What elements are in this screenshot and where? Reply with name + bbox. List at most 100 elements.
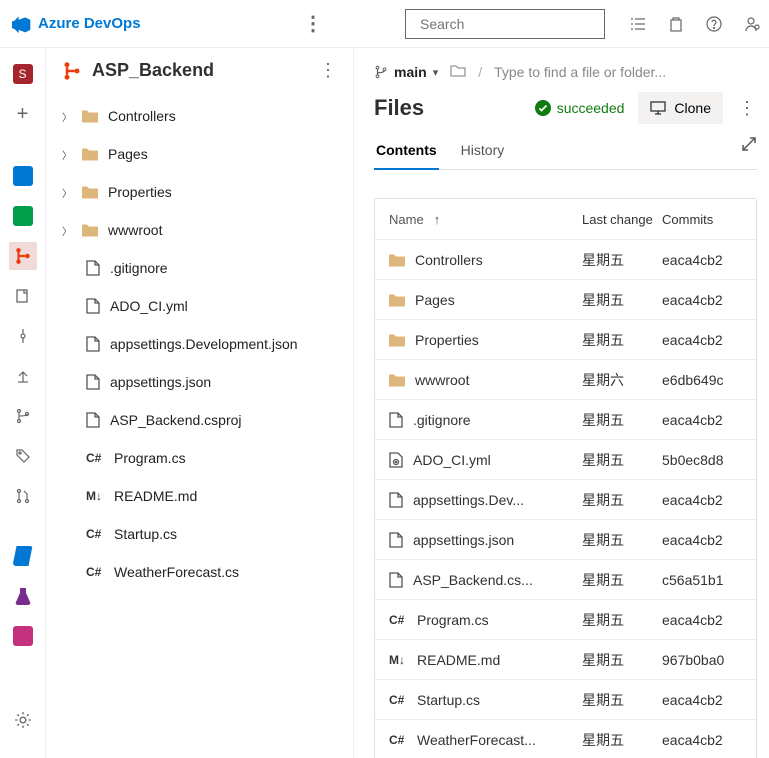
col-change[interactable]: Last change <box>582 212 662 227</box>
tree-label: Properties <box>108 184 172 200</box>
search-input-wrapper[interactable] <box>405 9 605 39</box>
search-input[interactable] <box>420 16 601 32</box>
folder-path-icon[interactable] <box>450 64 466 80</box>
path-separator: / <box>478 64 482 80</box>
table-header[interactable]: Name Last change Commits <box>375 199 756 239</box>
row-commit[interactable]: eaca4cb2 <box>662 492 742 508</box>
table-row[interactable]: C#WeatherForecast...星期五eaca4cb2 <box>375 719 756 758</box>
col-name[interactable]: Name <box>389 212 582 227</box>
rail-sub-files[interactable] <box>9 282 37 310</box>
tree-label: Pages <box>108 146 148 162</box>
clone-button[interactable]: Clone <box>638 92 723 124</box>
table-row[interactable]: .gitignore星期五eaca4cb2 <box>375 399 756 439</box>
rail-sub-pushes[interactable] <box>9 362 37 390</box>
monitor-icon <box>650 101 666 115</box>
row-commit[interactable]: eaca4cb2 <box>662 612 742 628</box>
row-commit[interactable]: eaca4cb2 <box>662 332 742 348</box>
row-name: Pages <box>415 292 455 308</box>
project-more-button[interactable]: ⋮ <box>319 60 337 81</box>
cs-icon: C# <box>389 693 407 707</box>
tree-item[interactable]: .gitignore <box>46 249 353 287</box>
tree-item[interactable]: C#Startup.cs <box>46 515 353 553</box>
tree-item[interactable]: 〉wwwroot <box>46 211 353 249</box>
rail-sub-pr[interactable] <box>9 482 37 510</box>
table-row[interactable]: appsettings.json星期五eaca4cb2 <box>375 519 756 559</box>
rail-repos[interactable] <box>9 242 37 270</box>
cs-icon: C# <box>86 451 104 465</box>
row-name: ADO_CI.yml <box>413 452 491 468</box>
rail-sub-tags[interactable] <box>9 442 37 470</box>
tree-item[interactable]: ADO_CI.yml <box>46 287 353 325</box>
path-filter-input[interactable]: Type to find a file or folder... <box>494 64 757 80</box>
rail-settings[interactable] <box>9 706 37 734</box>
table-row[interactable]: Properties星期五eaca4cb2 <box>375 319 756 359</box>
success-icon <box>535 100 551 116</box>
tree-item[interactable]: 〉 Properties <box>46 173 353 211</box>
row-change: 星期五 <box>582 450 662 470</box>
table-row[interactable]: Controllers星期五eaca4cb2 <box>375 239 756 279</box>
row-commit[interactable]: e6db649c <box>662 372 742 388</box>
expand-icon[interactable] <box>741 136 757 169</box>
row-change: 星期五 <box>582 290 662 310</box>
brand[interactable]: Azure DevOps <box>12 14 141 34</box>
tree-label: ASP_Backend.csproj <box>110 412 242 428</box>
cs-icon: C# <box>389 613 407 627</box>
branch-picker[interactable]: main ▾ <box>374 64 438 80</box>
tree-item[interactable]: appsettings.json <box>46 363 353 401</box>
tree-item[interactable]: 〉Controllers <box>46 97 353 135</box>
tree-label: ADO_CI.yml <box>110 298 188 314</box>
row-commit[interactable]: 5b0ec8d8 <box>662 452 742 468</box>
branch-icon <box>374 65 388 79</box>
row-commit[interactable]: eaca4cb2 <box>662 412 742 428</box>
rail-project-avatar[interactable]: S <box>9 60 37 88</box>
build-status[interactable]: succeeded <box>535 100 625 116</box>
title-more-button[interactable]: ⋮ <box>737 98 757 119</box>
table-row[interactable]: M↓README.md星期五967b0ba0 <box>375 639 756 679</box>
row-commit[interactable]: eaca4cb2 <box>662 692 742 708</box>
rail-boards[interactable] <box>9 202 37 230</box>
tab-history[interactable]: History <box>459 136 507 169</box>
tree-item[interactable]: C# WeatherForecast.cs <box>46 553 353 591</box>
row-commit[interactable]: eaca4cb2 <box>662 532 742 548</box>
table-row[interactable]: appsettings.Dev...星期五eaca4cb2 <box>375 479 756 519</box>
table-row[interactable]: ASP_Backend.cs...星期五c56a51b1 <box>375 559 756 599</box>
tab-contents[interactable]: Contents <box>374 136 439 170</box>
top-more-button[interactable]: ⋮ <box>301 11 325 36</box>
rail-add[interactable]: + <box>9 100 37 128</box>
row-commit[interactable]: eaca4cb2 <box>662 252 742 268</box>
table-row[interactable]: C#Program.cs星期五eaca4cb2 <box>375 599 756 639</box>
rail-testplans[interactable] <box>9 582 37 610</box>
tree-item[interactable]: appsettings.Development.json <box>46 325 353 363</box>
marketplace-icon[interactable] <box>667 15 685 33</box>
row-commit[interactable]: eaca4cb2 <box>662 732 742 748</box>
help-icon[interactable] <box>705 15 723 33</box>
table-row[interactable]: Pages 星期五eaca4cb2 <box>375 279 756 319</box>
tree-label: .gitignore <box>110 260 168 276</box>
row-commit[interactable]: eaca4cb2 <box>662 292 742 308</box>
list-icon[interactable] <box>629 15 647 33</box>
user-icon[interactable] <box>743 15 761 33</box>
tree-label: WeatherForecast.cs <box>114 564 239 580</box>
tree-label: appsettings.Development.json <box>110 336 298 352</box>
rail-pipelines[interactable] <box>9 542 37 570</box>
tree-label: README.md <box>114 488 197 504</box>
table-row[interactable]: ADO_CI.yml 星期五5b0ec8d8 <box>375 439 756 479</box>
tree-item[interactable]: ASP_Backend.csproj <box>46 401 353 439</box>
rail-overview[interactable] <box>9 162 37 190</box>
tree-item[interactable]: C#Program.cs <box>46 439 353 477</box>
table-row[interactable]: C#Startup.cs星期五eaca4cb2 <box>375 679 756 719</box>
cs-icon: C# <box>86 527 104 541</box>
page-title: Files <box>374 95 521 121</box>
rail-sub-branches[interactable] <box>9 402 37 430</box>
row-commit[interactable]: c56a51b1 <box>662 572 742 588</box>
tree-item[interactable]: M↓README.md <box>46 477 353 515</box>
chevron-right-icon: 〉 <box>62 185 72 200</box>
col-commit[interactable]: Commits <box>662 212 742 227</box>
row-change: 星期五 <box>582 690 662 710</box>
cs-icon: C# <box>86 565 104 579</box>
table-row[interactable]: wwwroot星期六e6db649c <box>375 359 756 399</box>
rail-artifacts[interactable] <box>9 622 37 650</box>
row-commit[interactable]: 967b0ba0 <box>662 652 742 668</box>
rail-sub-commits[interactable] <box>9 322 37 350</box>
tree-item[interactable]: 〉Pages <box>46 135 353 173</box>
